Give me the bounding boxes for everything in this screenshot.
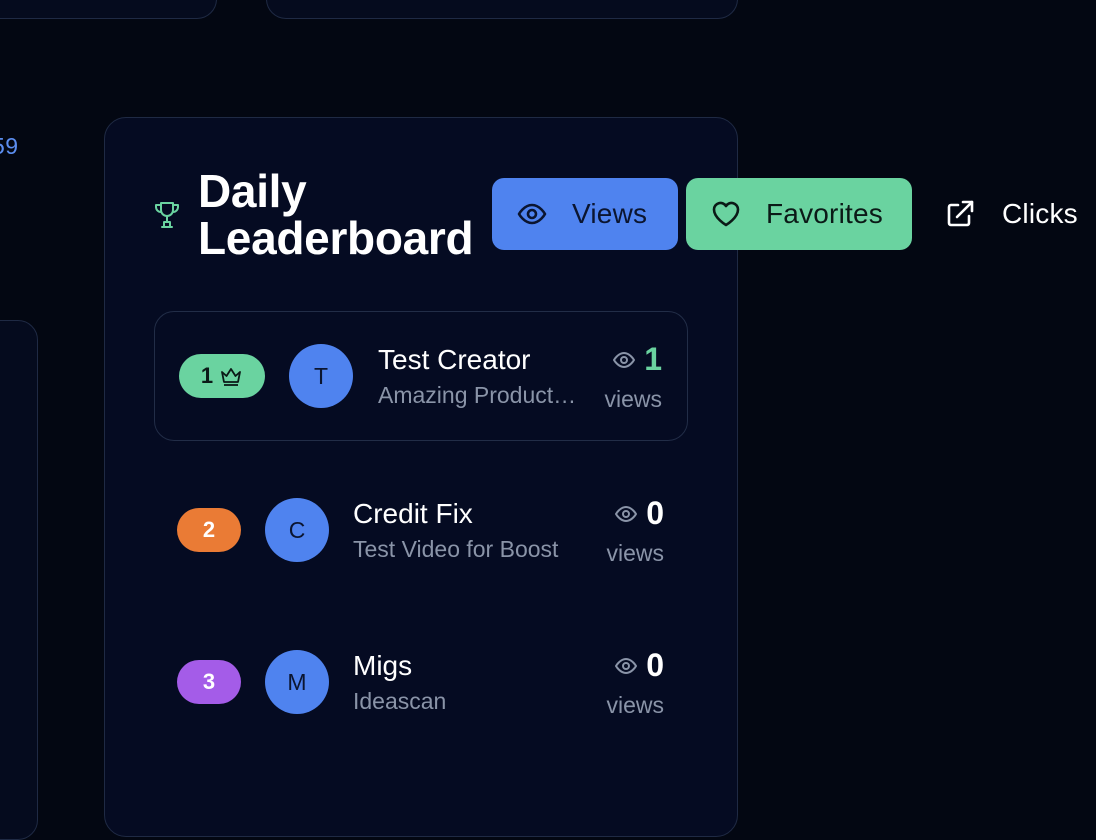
tab-views[interactable]: Views: [492, 178, 678, 250]
leaderboard-title: Daily Leaderboard: [198, 165, 474, 264]
rank-number: 3: [202, 669, 216, 694]
rank-badge: 2: [177, 508, 241, 552]
tab-favorites-label: Favorites: [766, 198, 883, 229]
rank-number: 1: [200, 363, 214, 388]
views-label: views: [606, 540, 664, 566]
product-title: Test Video for Boost: [353, 536, 559, 562]
view-count: 0: [600, 495, 664, 532]
view-count: 1: [600, 341, 662, 378]
tab-clicks[interactable]: Clicks: [930, 178, 1096, 250]
product-title: Ideascan: [353, 688, 447, 714]
eye-icon: [615, 657, 638, 674]
avatar: T: [289, 344, 353, 408]
background-card: [0, 0, 217, 19]
creator-name: Test Creator: [378, 344, 531, 375]
eye-icon: [517, 203, 547, 225]
views-label: views: [604, 386, 662, 412]
tab-clicks-label: Clicks: [1002, 198, 1078, 229]
heart-icon: [712, 201, 740, 227]
views-label: views: [606, 692, 664, 718]
background-card: [266, 0, 738, 19]
view-count-value: 0: [646, 495, 664, 531]
external-link-icon: [947, 200, 974, 227]
tab-views-label: Views: [572, 198, 648, 229]
view-count-value: 1: [644, 341, 662, 377]
avatar: C: [265, 498, 329, 562]
rank-badge: 1: [179, 354, 265, 398]
eye-icon: [613, 351, 636, 368]
avatar: M: [265, 650, 329, 714]
view-count: 0: [600, 647, 664, 684]
eye-icon: [615, 505, 638, 522]
background-card: [0, 320, 38, 840]
crown-icon: [221, 368, 242, 386]
trophy-icon: [155, 202, 179, 228]
rank-badge: 3: [177, 660, 241, 704]
creator-name: Migs: [353, 650, 413, 681]
view-count-value: 0: [646, 647, 664, 683]
tab-favorites[interactable]: Favorites: [686, 178, 912, 250]
background-stat-number: 59: [0, 133, 19, 159]
creator-name: Credit Fix: [353, 498, 473, 529]
product-title: Amazing Product…: [378, 382, 577, 408]
rank-number: 2: [202, 517, 216, 542]
